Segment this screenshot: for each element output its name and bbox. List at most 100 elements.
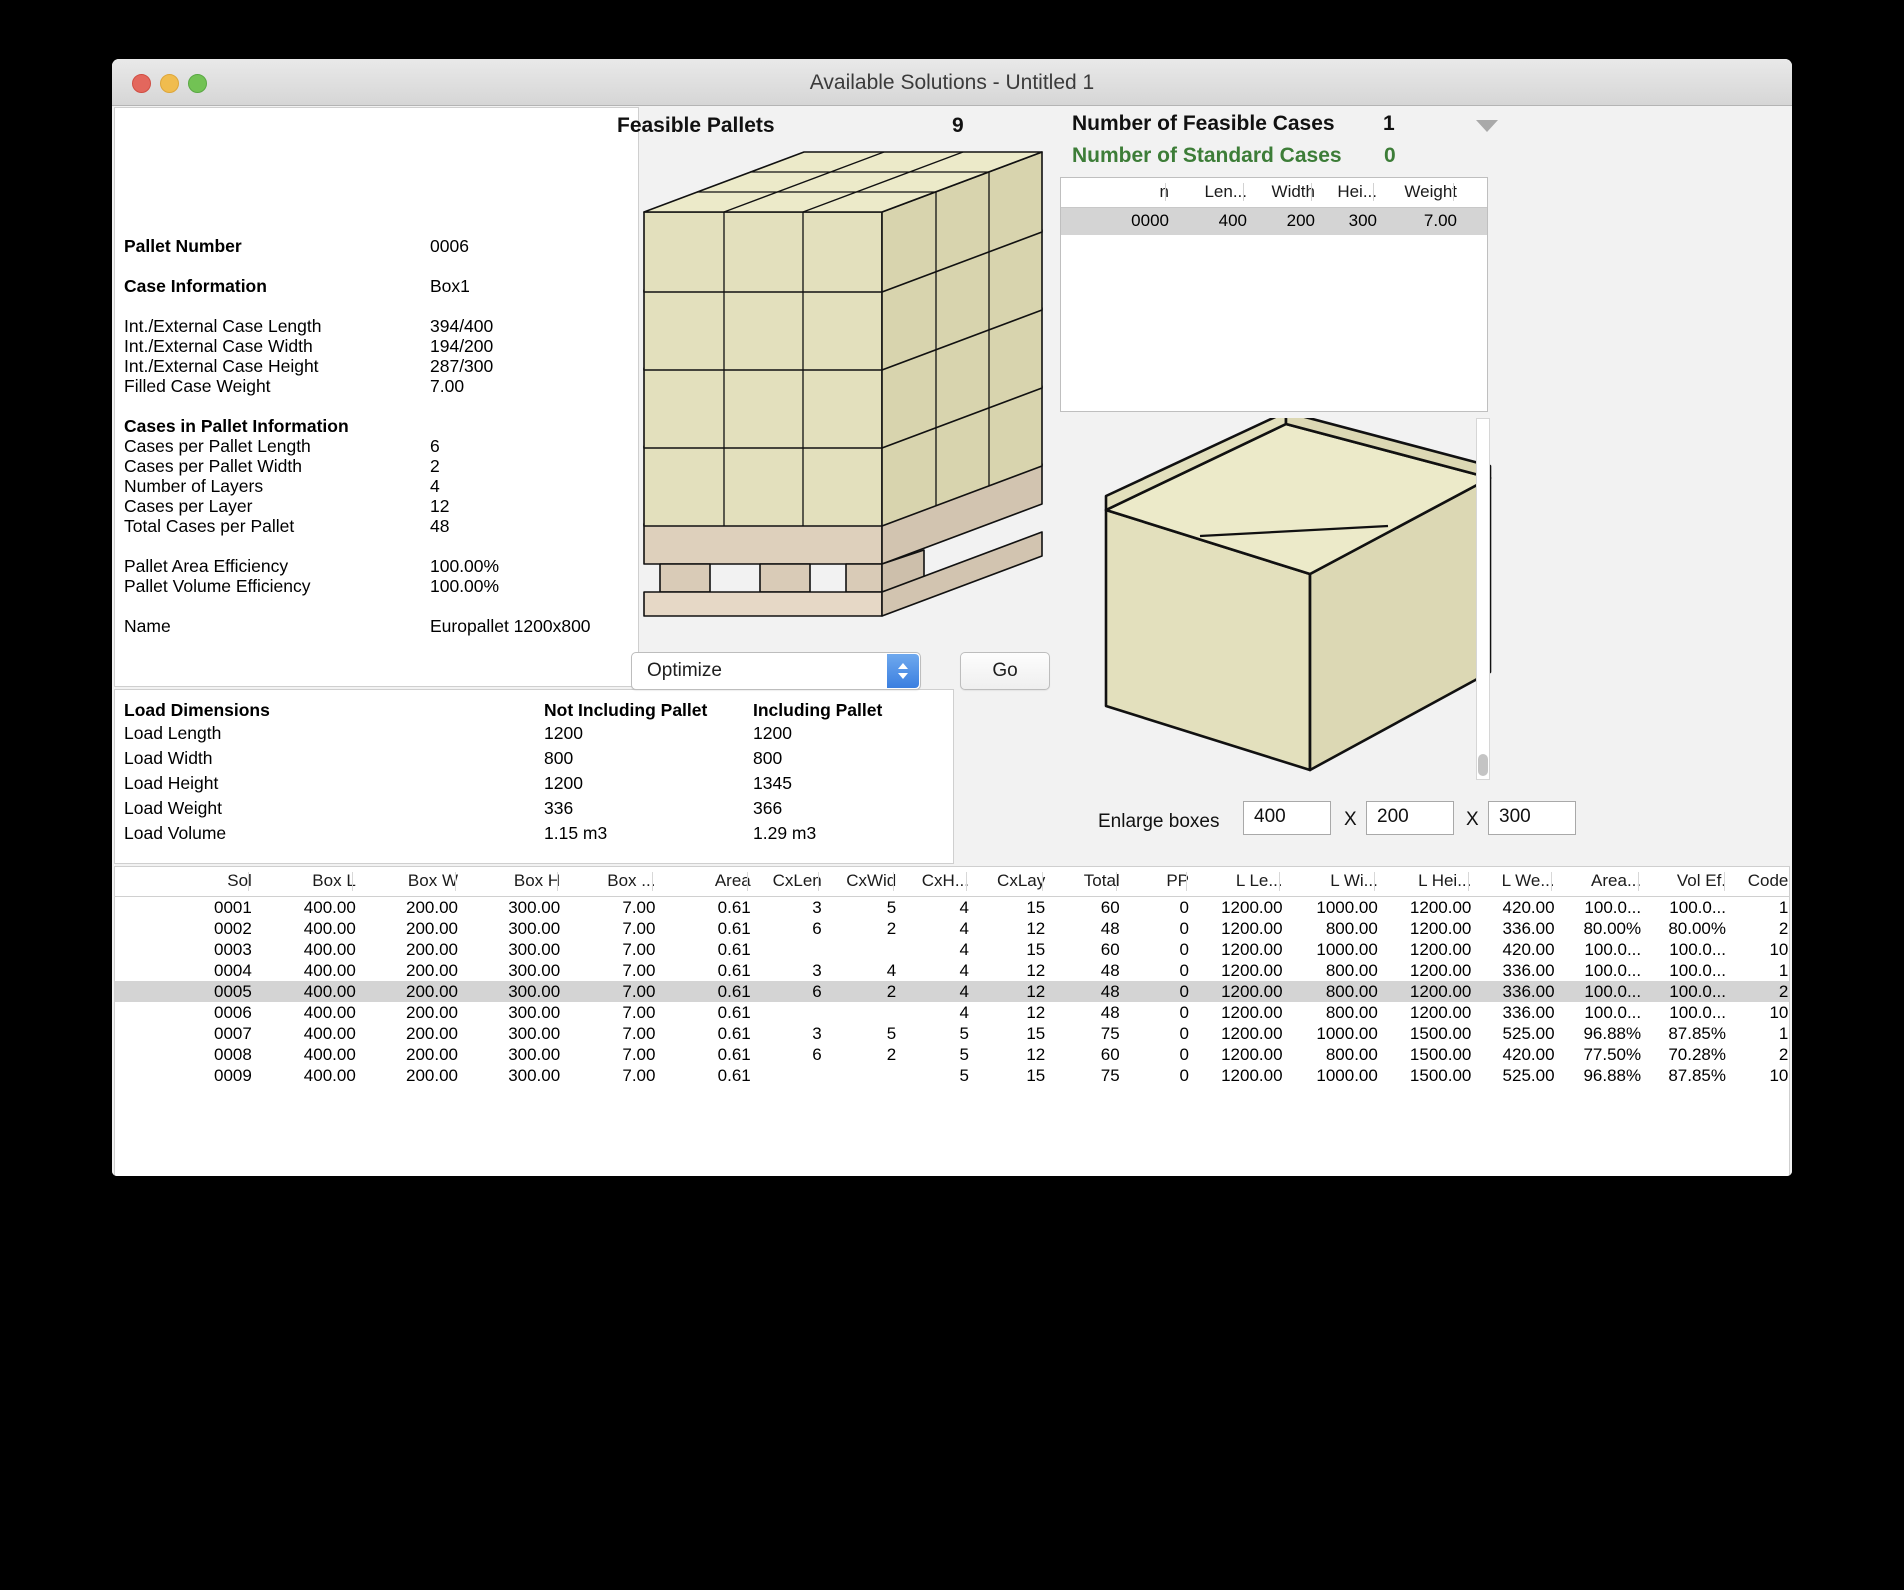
solutions-column-header[interactable]: Area... (1555, 871, 1642, 891)
table-row[interactable]: 0009400.00200.00300.007.000.615157501200… (115, 1065, 1789, 1086)
table-cell: 10 (1728, 1003, 1789, 1023)
table-cell: 1200.00 (1378, 898, 1472, 918)
solutions-column-header[interactable]: CxLen (751, 871, 822, 891)
load-dimensions-row: Load Weight336366 (124, 798, 953, 820)
table-cell: 300.00 (458, 940, 560, 960)
table-cell: 4 (896, 919, 969, 939)
solutions-column-header[interactable]: CxLay (969, 871, 1045, 891)
table-row[interactable]: 0001400.00200.00300.007.000.613541560012… (115, 897, 1789, 918)
feasible-cases-table[interactable]: nLen...WidthHei...Weight Code 00004002003… (1060, 177, 1488, 412)
feasible-pallets-value: 9 (952, 114, 964, 138)
solutions-column-header[interactable]: Vol Ef. (1641, 871, 1726, 891)
pallet-info-row: Number of Layers4 (124, 476, 626, 498)
optimize-select[interactable]: Optimize (631, 652, 921, 690)
table-cell: 7.00 (560, 961, 655, 981)
solutions-column-header[interactable]: Code (1728, 871, 1789, 891)
cases-column-header[interactable]: Hei... (1315, 182, 1377, 202)
case-preview-scrollbar-thumb[interactable] (1478, 754, 1488, 776)
feasible-cases-table-header: nLen...WidthHei...Weight Code (1061, 178, 1487, 208)
solutions-column-header[interactable]: Box W (356, 871, 458, 891)
table-row[interactable]: 0005400.00200.00300.007.000.616241248012… (115, 981, 1789, 1002)
table-row[interactable]: 0002400.00200.00300.007.000.616241248012… (115, 918, 1789, 939)
table-row[interactable]: 0006400.00200.00300.007.000.614124801200… (115, 1002, 1789, 1023)
solutions-table[interactable]: SolBox LBox WBox HBox ...AreaCxLenCxWidC… (114, 866, 1790, 1176)
solutions-column-header[interactable]: L We... (1471, 871, 1554, 891)
pallet-info-label: Number of Layers (124, 476, 263, 497)
solutions-column-header[interactable]: Sol (122, 871, 252, 891)
chevron-updown-icon[interactable] (887, 654, 919, 688)
disclosure-triangle-icon[interactable] (1474, 118, 1500, 139)
column-divider (557, 872, 558, 891)
cases-column-header[interactable]: Len... (1169, 182, 1247, 202)
solutions-column-header[interactable]: Total (1045, 871, 1119, 891)
table-row[interactable]: 0007400.00200.00300.007.000.613551575012… (115, 1023, 1789, 1044)
table-row[interactable]: 0003400.00200.00300.007.000.614156001200… (115, 939, 1789, 960)
table-row[interactable]: 0008400.00200.00300.007.000.616251260012… (115, 1044, 1789, 1065)
solutions-column-header[interactable]: CxH... (896, 871, 969, 891)
solutions-column-header[interactable]: Area (655, 871, 750, 891)
solutions-column-header[interactable]: L Hei... (1378, 871, 1472, 891)
table-cell: 7.00 (560, 1003, 655, 1023)
solutions-column-header[interactable]: Box ... (560, 871, 655, 891)
table-cell: 200.00 (356, 940, 458, 960)
solutions-table-body: 0001400.00200.00300.007.000.613541560012… (115, 897, 1789, 1086)
enlarge-separator-1: X (1344, 809, 1357, 831)
table-cell: 48 (1045, 919, 1119, 939)
enlarge-width-input[interactable]: 200 (1366, 801, 1454, 835)
case-preview-scrollbar[interactable] (1476, 418, 1490, 780)
table-cell: 15 (969, 1066, 1045, 1086)
solutions-column-header[interactable]: PP (1120, 871, 1189, 891)
solutions-column-header[interactable]: CxWid (822, 871, 896, 891)
solutions-column-header[interactable]: Box H (458, 871, 560, 891)
load-dimensions-col2-header: Including Pallet (753, 700, 882, 721)
table-cell: 1000.00 (1283, 940, 1378, 960)
cases-column-header[interactable]: Width (1247, 182, 1315, 202)
optimize-select-value: Optimize (647, 660, 722, 682)
table-cell: 12 (969, 1003, 1045, 1023)
load-dimensions-row: Load Width800800 (124, 748, 953, 770)
table-cell: 336.00 (1471, 919, 1554, 939)
table-cell: 0.61 (655, 982, 750, 1002)
table-cell: 400.00 (252, 1066, 356, 1086)
table-cell: 300.00 (458, 1024, 560, 1044)
table-cell: 48 (1045, 1003, 1119, 1023)
table-cell: 800.00 (1283, 982, 1378, 1002)
enlarge-height-input[interactable]: 300 (1488, 801, 1576, 835)
table-cell: 1200.00 (1189, 919, 1283, 939)
pallet-info-value: 287/300 (430, 356, 493, 377)
column-divider (966, 872, 967, 891)
solutions-column-header[interactable]: Box L (252, 871, 356, 891)
cases-column-header[interactable]: n (1099, 182, 1169, 202)
table-cell: 7.00 (560, 1045, 655, 1065)
table-cell: 0007 (122, 1024, 252, 1044)
solutions-table-header: SolBox LBox WBox HBox ...AreaCxLenCxWidC… (115, 867, 1789, 897)
pallet-info-label: Pallet Number (124, 236, 242, 257)
cases-column-header[interactable]: Code (1477, 182, 1488, 202)
table-cell: 336.00 (1471, 1003, 1554, 1023)
table-cell: 100.0... (1555, 898, 1642, 918)
load-dimensions-row: Load Length12001200 (124, 723, 953, 745)
cases-table-row[interactable]: 00004002003007.00Box1 (1061, 208, 1487, 235)
cases-column-header[interactable]: Weight (1377, 182, 1457, 202)
solutions-column-header[interactable]: L Le... (1189, 871, 1283, 891)
table-cell: 15 (969, 940, 1045, 960)
enlarge-length-input[interactable]: 400 (1243, 801, 1331, 835)
column-divider (747, 872, 748, 891)
table-row[interactable]: 0004400.00200.00300.007.000.613441248012… (115, 960, 1789, 981)
table-cell: 800.00 (1283, 1003, 1378, 1023)
column-divider (1165, 183, 1166, 201)
go-button[interactable]: Go (960, 652, 1050, 690)
pallet-info-label: Cases per Pallet Length (124, 436, 311, 457)
table-cell: 3 (751, 1024, 822, 1044)
table-cell: 300.00 (458, 919, 560, 939)
column-divider (1042, 872, 1043, 891)
table-cell: 100.0... (1641, 982, 1726, 1002)
table-cell: 1500.00 (1378, 1066, 1472, 1086)
table-cell: 48 (1045, 982, 1119, 1002)
table-cell: 96.88% (1555, 1066, 1642, 1086)
cases-table-cell: 400 (1169, 211, 1247, 231)
table-cell: 0001 (122, 898, 252, 918)
table-cell: 3 (751, 961, 822, 981)
solutions-column-header[interactable]: L Wi... (1283, 871, 1378, 891)
table-cell: 0 (1120, 982, 1189, 1002)
